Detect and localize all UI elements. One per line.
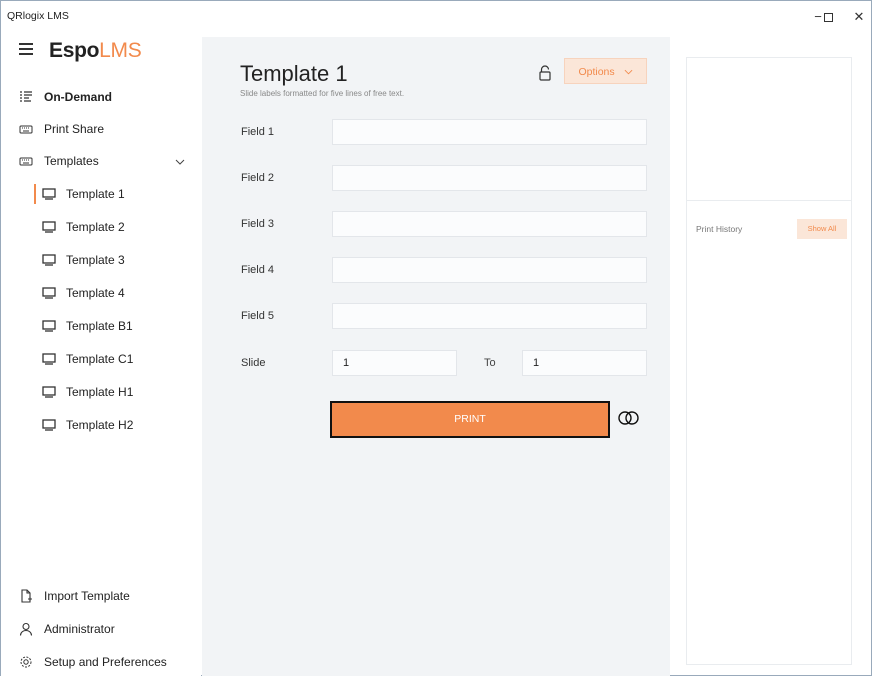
options-label: Options — [578, 66, 615, 78]
to-label: To — [484, 357, 496, 369]
sidebar-item-label: Template 2 — [66, 220, 125, 234]
sidebar-item-template-c1[interactable]: Template C1 — [1, 344, 201, 374]
sidebar-item-label: On-Demand — [44, 90, 113, 104]
sidebar-item-template-4[interactable]: Template 4 — [1, 278, 201, 308]
page-subtitle: Slide labels formatted for five lines of… — [240, 89, 405, 98]
print-history-panel: Print History Show All — [686, 200, 852, 665]
sidebar-item-label: Import Template — [44, 589, 130, 603]
slide-label: Slide — [241, 357, 266, 369]
keyboard-icon — [19, 125, 33, 134]
sidebar-item-templates[interactable]: Templates — [1, 146, 201, 176]
sidebar-item-label: Template C1 — [66, 352, 134, 366]
file-add-icon — [21, 589, 32, 603]
sidebar-item-template-b1[interactable]: Template B1 — [1, 311, 201, 341]
monitor-icon — [42, 221, 56, 233]
list-icon — [20, 91, 32, 102]
field-3-label: Field 3 — [241, 218, 275, 230]
monitor-icon — [42, 419, 56, 431]
sidebar-item-label: Templates — [44, 154, 99, 168]
sidebar-item-label: Administrator — [44, 622, 115, 636]
slide-to-input[interactable]: 1 — [522, 350, 647, 376]
field-1-label: Field 1 — [241, 126, 275, 138]
field-5-input[interactable] — [332, 303, 647, 329]
sidebar-item-template-h2[interactable]: Template H2 — [1, 410, 201, 440]
sidebar-item-template-1[interactable]: Template 1 — [1, 179, 201, 209]
field-3-input[interactable] — [332, 211, 647, 237]
template-editor: Template 1 Slide labels formatted for fi… — [202, 37, 670, 676]
field-2-input[interactable] — [332, 165, 647, 191]
sidebar-item-label: Print Share — [44, 122, 105, 136]
print-history-label: Print History — [696, 224, 743, 234]
brand-logo: EspoLMS — [49, 39, 142, 63]
monitor-icon — [42, 386, 56, 398]
monitor-icon — [42, 287, 56, 299]
monitor-icon — [42, 254, 56, 266]
slide-from-input[interactable]: 1 — [332, 350, 457, 376]
sidebar-item-on-demand[interactable]: On-Demand — [1, 82, 201, 112]
field-5-label: Field 5 — [241, 310, 275, 322]
sidebar-item-template-h1[interactable]: Template H1 — [1, 377, 201, 407]
gear-icon — [20, 656, 32, 668]
sidebar-item-administrator[interactable]: Administrator — [1, 615, 201, 643]
brand-accent: LMS — [99, 39, 142, 62]
sidebar-item-template-2[interactable]: Template 2 — [1, 212, 201, 242]
window-title: QRlogix LMS — [7, 10, 69, 22]
app-window: QRlogix LMS − ✕ EspoLMS On-Demand Print … — [0, 0, 872, 676]
sidebar-item-label: Setup and Preferences — [44, 655, 167, 669]
maximize-button[interactable] — [817, 7, 839, 27]
keyboard-icon — [19, 157, 33, 166]
field-4-input[interactable] — [332, 257, 647, 283]
preview-panel — [686, 57, 852, 200]
sidebar-item-import-template[interactable]: Import Template — [1, 582, 201, 610]
print-button[interactable]: PRINT — [330, 401, 610, 438]
sidebar-item-label: Template H1 — [66, 385, 134, 399]
sidebar-item-label: Template H2 — [66, 418, 134, 432]
field-4-label: Field 4 — [241, 264, 275, 276]
sidebar-item-label: Template B1 — [66, 319, 133, 333]
sidebar: EspoLMS On-Demand Print Share Templates … — [1, 31, 201, 676]
show-all-button[interactable]: Show All — [797, 219, 847, 239]
monitor-icon — [42, 320, 56, 332]
sidebar-item-print-share[interactable]: Print Share — [1, 114, 201, 144]
field-1-input[interactable] — [332, 119, 647, 145]
sidebar-item-template-3[interactable]: Template 3 — [1, 245, 201, 275]
lock-icon[interactable] — [538, 65, 552, 81]
brand-primary: Espo — [49, 39, 100, 62]
hamburger-menu-icon[interactable] — [19, 43, 33, 55]
title-bar: QRlogix LMS − ✕ — [1, 1, 871, 31]
options-dropdown[interactable]: Options — [564, 58, 647, 84]
field-2-label: Field 2 — [241, 172, 275, 184]
chevron-down-icon[interactable] — [175, 159, 185, 165]
sidebar-item-label: Template 3 — [66, 253, 125, 267]
person-icon — [19, 622, 33, 636]
monitor-icon — [42, 188, 56, 200]
page-title: Template 1 — [240, 61, 348, 86]
close-button[interactable]: ✕ — [848, 7, 870, 27]
monitor-icon — [42, 353, 56, 365]
chevron-down-icon — [624, 69, 632, 75]
active-indicator — [34, 184, 36, 204]
sidebar-item-label: Template 1 — [66, 187, 125, 201]
sidebar-item-setup-preferences[interactable]: Setup and Preferences — [1, 648, 201, 676]
toggle-icon[interactable] — [618, 410, 640, 426]
sidebar-item-label: Template 4 — [66, 286, 125, 300]
brand-row: EspoLMS — [1, 39, 201, 67]
